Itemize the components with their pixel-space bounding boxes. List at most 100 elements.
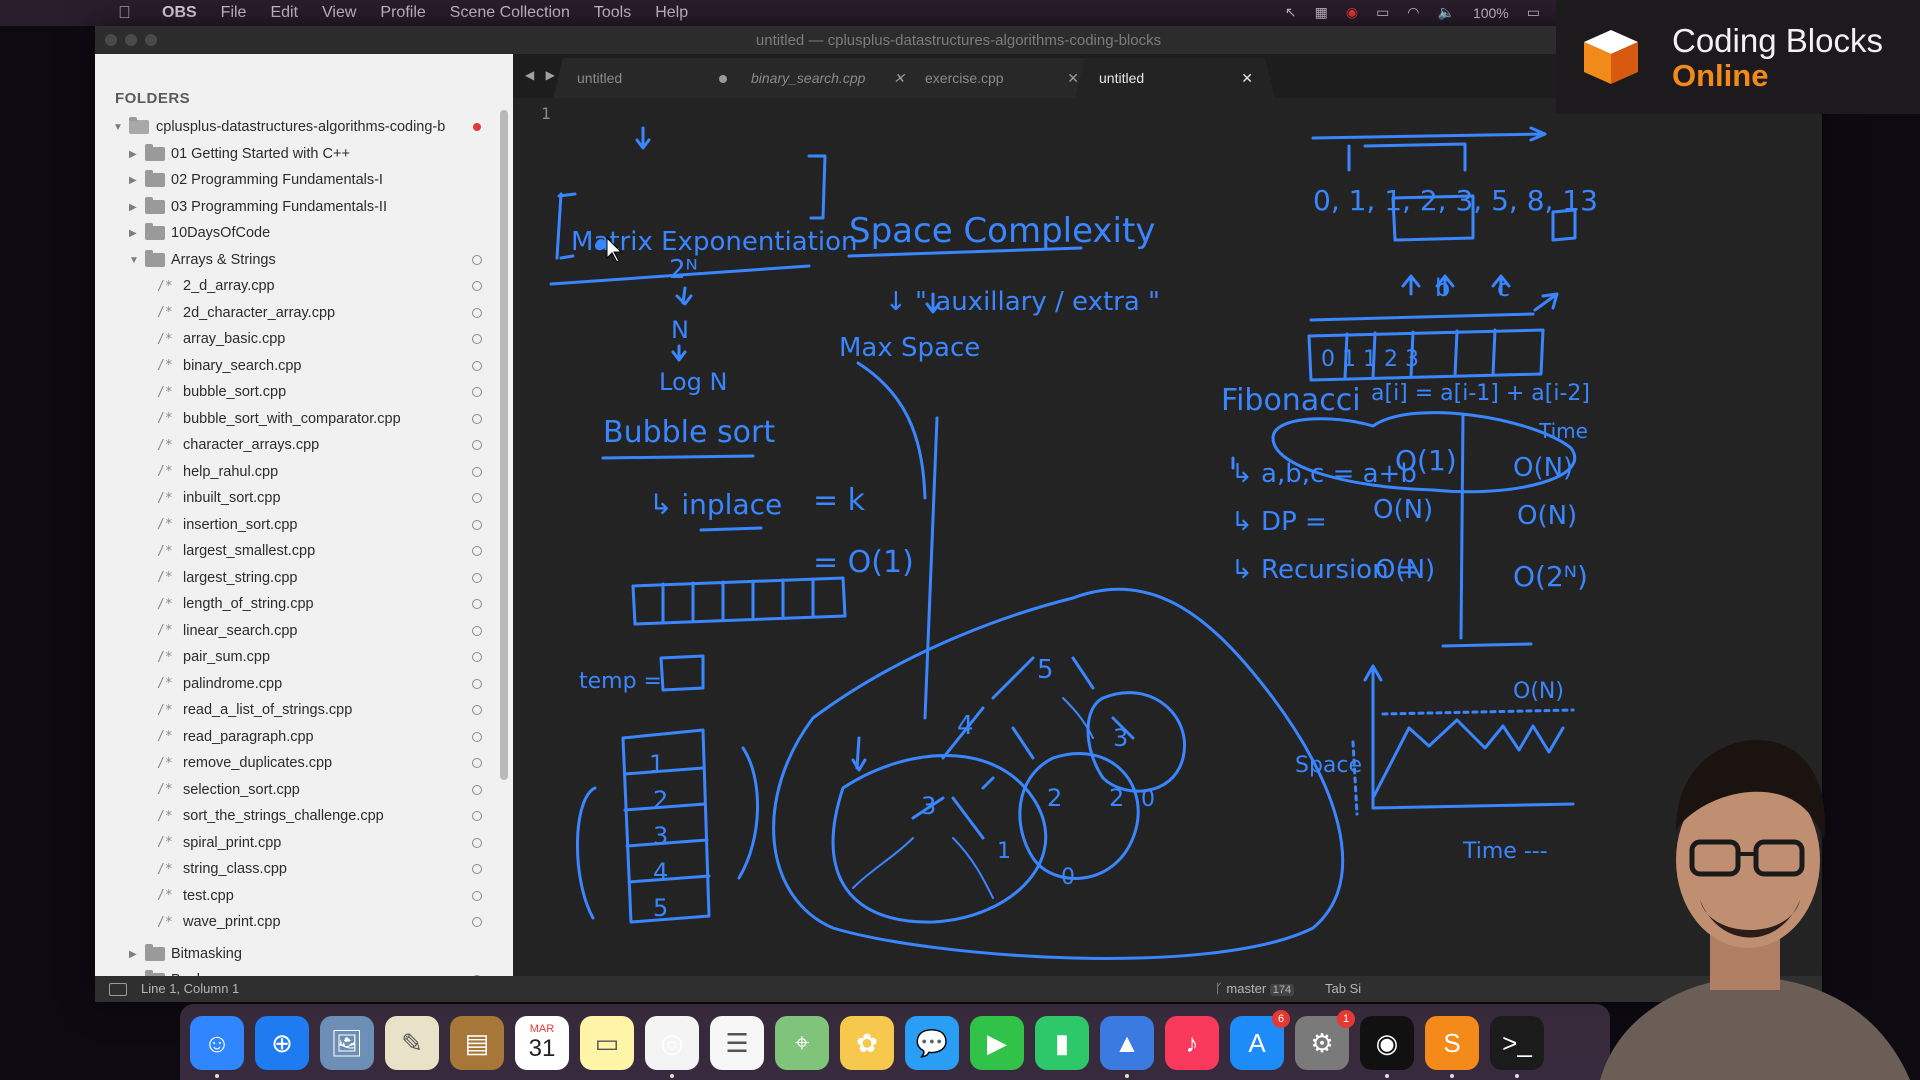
close-window-button[interactable] xyxy=(105,34,117,46)
sidebar-file-item[interactable]: /* array_basic.cpp xyxy=(95,326,500,352)
unsaved-dot-icon[interactable] xyxy=(719,75,727,83)
chevron-right-icon[interactable]: ▶ xyxy=(129,949,139,960)
chevron-down-icon[interactable]: ▼ xyxy=(113,122,123,133)
sidebar-file-item[interactable]: /* help_rahul.cpp xyxy=(95,459,500,485)
messages-icon[interactable]: 💬 xyxy=(905,1016,959,1070)
cursor-position[interactable]: Line 1, Column 1 xyxy=(141,981,239,996)
chrome-icon[interactable]: ◎ xyxy=(645,1016,699,1078)
sidebar-file-item[interactable]: /* palindrome.cpp xyxy=(95,671,500,697)
toggle-panel-icon[interactable] xyxy=(109,983,127,996)
sidebar-file-item[interactable]: /* inbuilt_sort.cpp xyxy=(95,485,500,511)
tab-untitled-dirty[interactable]: untitled xyxy=(553,58,753,98)
sidebar-file-item[interactable]: /* length_of_string.cpp xyxy=(95,591,500,617)
calendar-icon[interactable]: MAR 31 xyxy=(515,1016,569,1070)
running-indicator xyxy=(215,1074,219,1078)
photos-icon[interactable]: ✿ xyxy=(840,1016,894,1070)
close-icon[interactable]: ✕ xyxy=(1067,70,1079,87)
sidebar-file-item[interactable]: /* test.cpp xyxy=(95,883,500,909)
git-branch[interactable]: ᚴ master 174 xyxy=(1215,981,1295,996)
sidebar-file-item[interactable]: /* read_paragraph.cpp xyxy=(95,724,500,750)
menu-file[interactable]: File xyxy=(221,4,247,22)
sublime-icon[interactable]: S xyxy=(1425,1016,1479,1078)
sidebar-file-item[interactable]: /* spiral_print.cpp xyxy=(95,830,500,856)
sidebar-file-item[interactable]: /* 2d_character_array.cpp xyxy=(95,300,500,326)
maps-icon[interactable]: ⌖ xyxy=(775,1016,829,1070)
file-label: bubble_sort_with_comparator.cpp xyxy=(183,410,401,427)
sidebar-file-item[interactable]: /* pair_sum.cpp xyxy=(95,644,500,670)
finder-icon[interactable]: ☺ xyxy=(190,1016,244,1078)
menu-scene-collection[interactable]: Scene Collection xyxy=(450,4,570,22)
menu-profile[interactable]: Profile xyxy=(380,4,425,22)
zoom-window-button[interactable] xyxy=(145,34,157,46)
terminal-icon[interactable]: >_ xyxy=(1490,1016,1544,1078)
extension-icon[interactable]: ▦ xyxy=(1315,4,1328,21)
sidebar-file-item[interactable]: /* largest_smallest.cpp xyxy=(95,538,500,564)
tree-node-2b: 2 xyxy=(1109,784,1124,812)
menu-tools[interactable]: Tools xyxy=(594,4,631,22)
pow-2n-label: 2ᴺ xyxy=(669,255,698,285)
sidebar-file-item[interactable]: /* insertion_sort.cpp xyxy=(95,512,500,538)
music-icon[interactable]: ♪ xyxy=(1165,1016,1219,1070)
airplay-icon[interactable]: ▭ xyxy=(1376,4,1389,21)
menu-help[interactable]: Help xyxy=(655,4,688,22)
close-icon[interactable]: ✕ xyxy=(1241,70,1253,87)
minimize-window-button[interactable] xyxy=(125,34,137,46)
sidebar-file-item[interactable]: /* read_a_list_of_strings.cpp xyxy=(95,697,500,723)
close-icon[interactable]: ✕ xyxy=(893,70,905,87)
sidebar-file-item[interactable]: /* character_arrays.cpp xyxy=(95,432,500,458)
wifi-icon[interactable]: ◠ xyxy=(1407,4,1419,21)
menu-app-name[interactable]: OBS xyxy=(162,4,197,22)
numbers-icon[interactable]: ▮ xyxy=(1035,1016,1089,1070)
sidebar-file-item[interactable]: /* largest_string.cpp xyxy=(95,565,500,591)
notes-icon[interactable]: ▭ xyxy=(580,1016,634,1070)
obs-icon[interactable]: ◉ xyxy=(1360,1016,1414,1078)
tab-untitled-active[interactable]: untitled ✕ xyxy=(1075,58,1275,98)
tab-size[interactable]: Tab Si xyxy=(1325,981,1361,996)
apple-icon[interactable]:  xyxy=(118,3,136,23)
chevron-right-icon[interactable]: ▶ xyxy=(129,149,139,160)
sidebar-folder-arrays[interactable]: ▼ Arrays & Strings xyxy=(95,247,500,273)
sidebar-folder-03[interactable]: ▶ 03 Programming Fundamentals-II xyxy=(95,194,500,220)
battery-icon[interactable]: ▭ xyxy=(1527,4,1540,21)
chevron-right-icon[interactable]: ▶ xyxy=(129,175,139,186)
sidebar-file-item[interactable]: /* binary_search.cpp xyxy=(95,353,500,379)
menu-edit[interactable]: Edit xyxy=(270,4,298,22)
sidebar-file-item[interactable]: /* string_class.cpp xyxy=(95,856,500,882)
textedit-icon[interactable]: ✎ xyxy=(385,1016,439,1070)
sidebar-file-item[interactable]: /* wave_print.cpp xyxy=(95,909,500,935)
sidebar-folder-bitmasking[interactable]: ▶ Bitmasking xyxy=(95,941,500,967)
chevron-down-icon[interactable]: ▼ xyxy=(129,255,139,266)
sidebar-file-item[interactable]: /* sort_the_strings_challenge.cpp xyxy=(95,803,500,829)
sidebar-file-item[interactable]: /* remove_duplicates.cpp xyxy=(95,750,500,776)
volume-icon[interactable]: 🔈 xyxy=(1438,4,1455,21)
sidebar-file-item[interactable]: /* selection_sort.cpp xyxy=(95,777,500,803)
cursor-icon[interactable]: ↖ xyxy=(1285,4,1297,21)
chevron-right-icon[interactable]: ▶ xyxy=(129,202,139,213)
chevron-right-icon[interactable]: ▶ xyxy=(129,228,139,239)
status-circle-icon xyxy=(472,546,482,556)
fib-sequence-label: 0, 1, 1, 2, 3, 5, 8, 13 xyxy=(1313,184,1598,217)
obs-status-icon[interactable]: ◉ xyxy=(1346,4,1358,21)
notebook-icon[interactable]: ▤ xyxy=(450,1016,504,1070)
tab-exercise[interactable]: exercise.cpp ✕ xyxy=(901,58,1101,98)
file-icon: /* xyxy=(157,570,173,585)
sidebar-scrollbar[interactable] xyxy=(500,110,508,780)
safari-icon[interactable]: ⊕ xyxy=(255,1016,309,1070)
system-preferences-icon[interactable]: ⚙ 1 xyxy=(1295,1010,1355,1070)
facetime-icon[interactable]: ▶ xyxy=(970,1016,1024,1070)
sidebar-file-item[interactable]: /* bubble_sort.cpp xyxy=(95,379,500,405)
keynote-icon[interactable]: ▲ xyxy=(1100,1016,1154,1078)
appstore-icon[interactable]: A6 xyxy=(1230,1010,1290,1070)
sidebar-file-item[interactable]: /* 2_d_array.cpp xyxy=(95,273,500,299)
menu-view[interactable]: View xyxy=(322,4,356,22)
sidebar-folder-02[interactable]: ▶ 02 Programming Fundamentals-I xyxy=(95,167,500,193)
sidebar-root-folder[interactable]: ▼ cplusplus-datastructures-algorithms-co… xyxy=(95,114,500,140)
sidebar-file-item[interactable]: /* linear_search.cpp xyxy=(95,618,500,644)
reminders-icon[interactable]: ☰ xyxy=(710,1016,764,1070)
tab-navigation-arrows[interactable]: ◀ ▶ xyxy=(525,68,559,82)
sidebar-file-item[interactable]: /* bubble_sort_with_comparator.cpp xyxy=(95,406,500,432)
preview-icon[interactable]: 🖼 xyxy=(320,1016,374,1070)
sidebar-folder-01[interactable]: ▶ 01 Getting Started with C++ xyxy=(95,141,500,167)
tab-binary-search[interactable]: binary_search.cpp ✕ xyxy=(727,58,927,98)
sidebar-folder-10days[interactable]: ▶ 10DaysOfCode xyxy=(95,220,500,246)
